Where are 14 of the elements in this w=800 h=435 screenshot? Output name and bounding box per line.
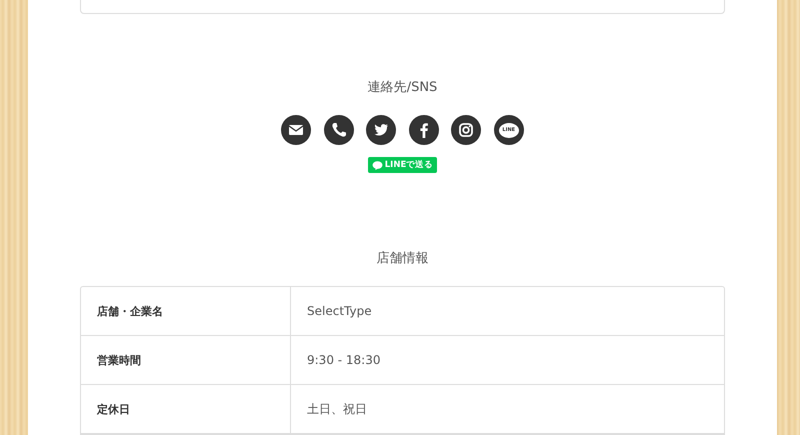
table-cell-text: SelectType [306,303,372,320]
section-title: 連絡先/SNS [368,80,438,96]
table-cell-text: 9:30 - 18:30 [306,352,380,369]
facebook-icon[interactable] [408,115,439,145]
bird-icon[interactable] [366,115,396,145]
chat-bubble-icon [372,160,383,170]
table-cell: 営業時間 [81,336,291,384]
mail-icon[interactable] [281,115,312,145]
table-cell: 定休日 [81,385,291,433]
phone-icon[interactable] [324,115,354,145]
section-title: 店舗情報 [376,251,428,267]
table-cell-text: 土日、祝日 [306,400,367,418]
table-cell: 店舗・企業名 [81,287,291,335]
camera-icon[interactable] [451,115,482,145]
